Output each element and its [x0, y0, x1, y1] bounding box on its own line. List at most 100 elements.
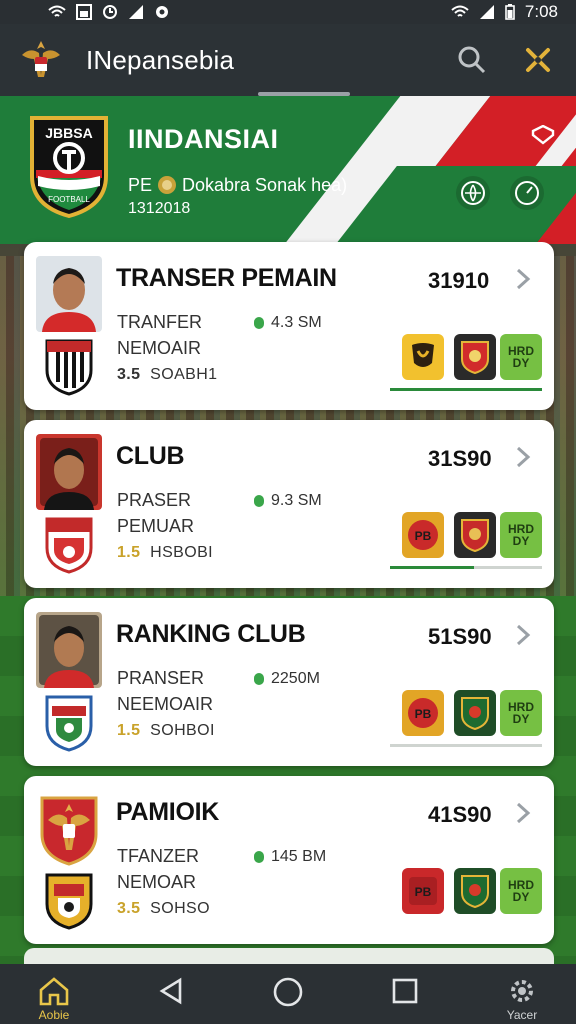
hero-action-tag[interactable]	[528, 122, 558, 148]
bottom-nav: Aobie Yacer	[0, 964, 576, 1024]
home-icon	[39, 977, 69, 1006]
subline-prefix: PE	[128, 174, 153, 195]
subline-text: Dokabra Sonak hea)	[182, 174, 348, 195]
tag-icon	[531, 125, 555, 145]
hero-code: 1312018	[128, 200, 191, 217]
ball-icon	[461, 181, 485, 205]
app-title: INepansebia	[86, 44, 235, 75]
mini-badge-green[interactable]: HRD DY	[500, 868, 542, 914]
mini-badge-green-red[interactable]	[454, 690, 496, 736]
card-title: TRANSER PEMAIN	[116, 264, 337, 292]
nav-home-circle[interactable]	[264, 976, 312, 1008]
card-line2: NEMOAR	[117, 872, 197, 892]
svg-text:JBBSA: JBBSA	[45, 125, 92, 141]
wifi-icon	[451, 5, 469, 17]
status-dot-icon	[254, 673, 264, 685]
progress-bar	[390, 566, 542, 569]
mini-badge-green[interactable]: HRD DY	[500, 334, 542, 380]
mini-badge-green-red[interactable]	[454, 868, 496, 914]
transfer-fee: 9.3 SM	[254, 492, 322, 510]
mini-badge-green[interactable]: HRD DY	[500, 690, 542, 736]
mini-badge-red[interactable]: PB	[402, 512, 444, 558]
transfer-fee: 4.3 SM	[254, 314, 322, 332]
search-icon	[458, 46, 486, 74]
nav-home-label: Aobie	[38, 1008, 70, 1022]
country-name: IINDANSIAI	[128, 124, 279, 154]
nav-settings-label: Yacer	[506, 1008, 538, 1022]
signal-icon	[129, 5, 143, 19]
image-icon	[76, 4, 92, 20]
national-crest-icon: JBBSA FOOTBALL	[30, 116, 108, 218]
card-line1: PRASER	[117, 490, 192, 510]
card-line3: 3.5 SOHSO	[117, 900, 210, 917]
list-item[interactable]: RANKING CLUB 51S90 PRANSER NEEMOAIR 1.5 …	[24, 598, 554, 766]
signal-icon	[479, 5, 494, 19]
card-line3: 1.5 SOHBOI	[117, 722, 215, 739]
card-value: 31S90	[428, 446, 492, 471]
mini-badge-red[interactable]: PB	[402, 868, 444, 914]
nav-settings[interactable]: Yacer	[498, 976, 546, 1022]
home-circle-icon	[273, 977, 303, 1007]
progress-fill	[390, 388, 542, 391]
list-item[interactable]: CLUB 31S90 PRASER PEMUAR 1.5 HSBOBI 9.3 …	[24, 420, 554, 588]
settings-dot-icon	[156, 6, 168, 18]
chevron-right-icon[interactable]	[512, 622, 534, 648]
hero-subline: PE Dokabra Sonak hea)	[128, 174, 347, 196]
mini-badge-yellow[interactable]	[402, 334, 444, 380]
chevron-right-icon[interactable]	[512, 266, 534, 292]
transfer-fee: 2250M	[254, 670, 320, 688]
player-photo	[36, 612, 102, 688]
card-title: CLUB	[116, 442, 185, 470]
garuda-logo-icon[interactable]	[18, 37, 64, 83]
list-item[interactable]: PAMIOIK 41S90 TFANZER NEMOAR 3.5 SOHSO 1…	[24, 776, 554, 944]
card-value: 31910	[428, 268, 490, 293]
club-badge-icon	[45, 695, 93, 752]
club-badge-icon	[45, 517, 93, 574]
timer-icon	[515, 181, 539, 205]
card-line2: NEEMOAIR	[117, 694, 214, 714]
chevron-right-icon[interactable]	[512, 444, 534, 470]
card-value: 41S90	[428, 802, 492, 827]
club-badge-icon	[45, 339, 93, 396]
card-line3: 3.5 SOABH1	[117, 366, 218, 383]
mini-badge-red[interactable]: PB	[402, 690, 444, 736]
hero-banner: JBBSA FOOTBALL IINDANSIAI PE Dokabra Son…	[0, 96, 576, 244]
chevron-right-icon[interactable]	[512, 800, 534, 826]
transfer-fee: 145 BM	[254, 848, 326, 866]
card-line1: PRANSER	[117, 668, 205, 688]
nav-home[interactable]: Aobie	[30, 976, 78, 1022]
status-dot-icon	[254, 495, 264, 507]
share-icon	[526, 48, 550, 72]
next-card-peek	[24, 948, 554, 964]
search-button[interactable]	[452, 40, 492, 80]
card-title: PAMIOIK	[116, 798, 219, 826]
garuda-emblem	[36, 790, 102, 866]
card-title: RANKING CLUB	[116, 620, 306, 648]
svg-text:PB: PB	[415, 707, 432, 721]
hero-action-clock[interactable]	[510, 176, 544, 210]
card-line3: 1.5 HSBOBI	[117, 544, 214, 561]
wifi-icon	[48, 5, 66, 17]
hero-action-ball[interactable]	[456, 176, 490, 210]
status-dot-icon	[254, 851, 264, 863]
card-line1: TFANZER	[117, 846, 200, 866]
app-bar: INepansebia	[0, 24, 576, 96]
gear-icon	[511, 980, 533, 1002]
list-item[interactable]: TRANSER PEMAIN 31910 TRANFER NEMOAIR 3.5…	[24, 242, 554, 410]
card-line1: TRANFER	[117, 312, 202, 332]
svg-text:FOOTBALL: FOOTBALL	[48, 195, 90, 204]
mini-badge-green[interactable]: HRD DY	[500, 512, 542, 558]
nav-back[interactable]	[147, 976, 195, 1006]
status-bar: 7:08	[0, 0, 576, 24]
coin-icon	[158, 176, 177, 194]
mini-badge-dark[interactable]	[454, 512, 496, 558]
nav-recents[interactable]	[381, 976, 429, 1006]
card-line2: NEMOAIR	[117, 338, 202, 358]
svg-text:PB: PB	[415, 885, 432, 899]
alarm-icon	[103, 5, 117, 19]
svg-text:PB: PB	[415, 529, 432, 543]
player-photo	[36, 256, 102, 332]
mini-badge-red[interactable]	[454, 334, 496, 380]
share-button[interactable]	[518, 40, 558, 80]
card-line2: PEMUAR	[117, 516, 195, 536]
